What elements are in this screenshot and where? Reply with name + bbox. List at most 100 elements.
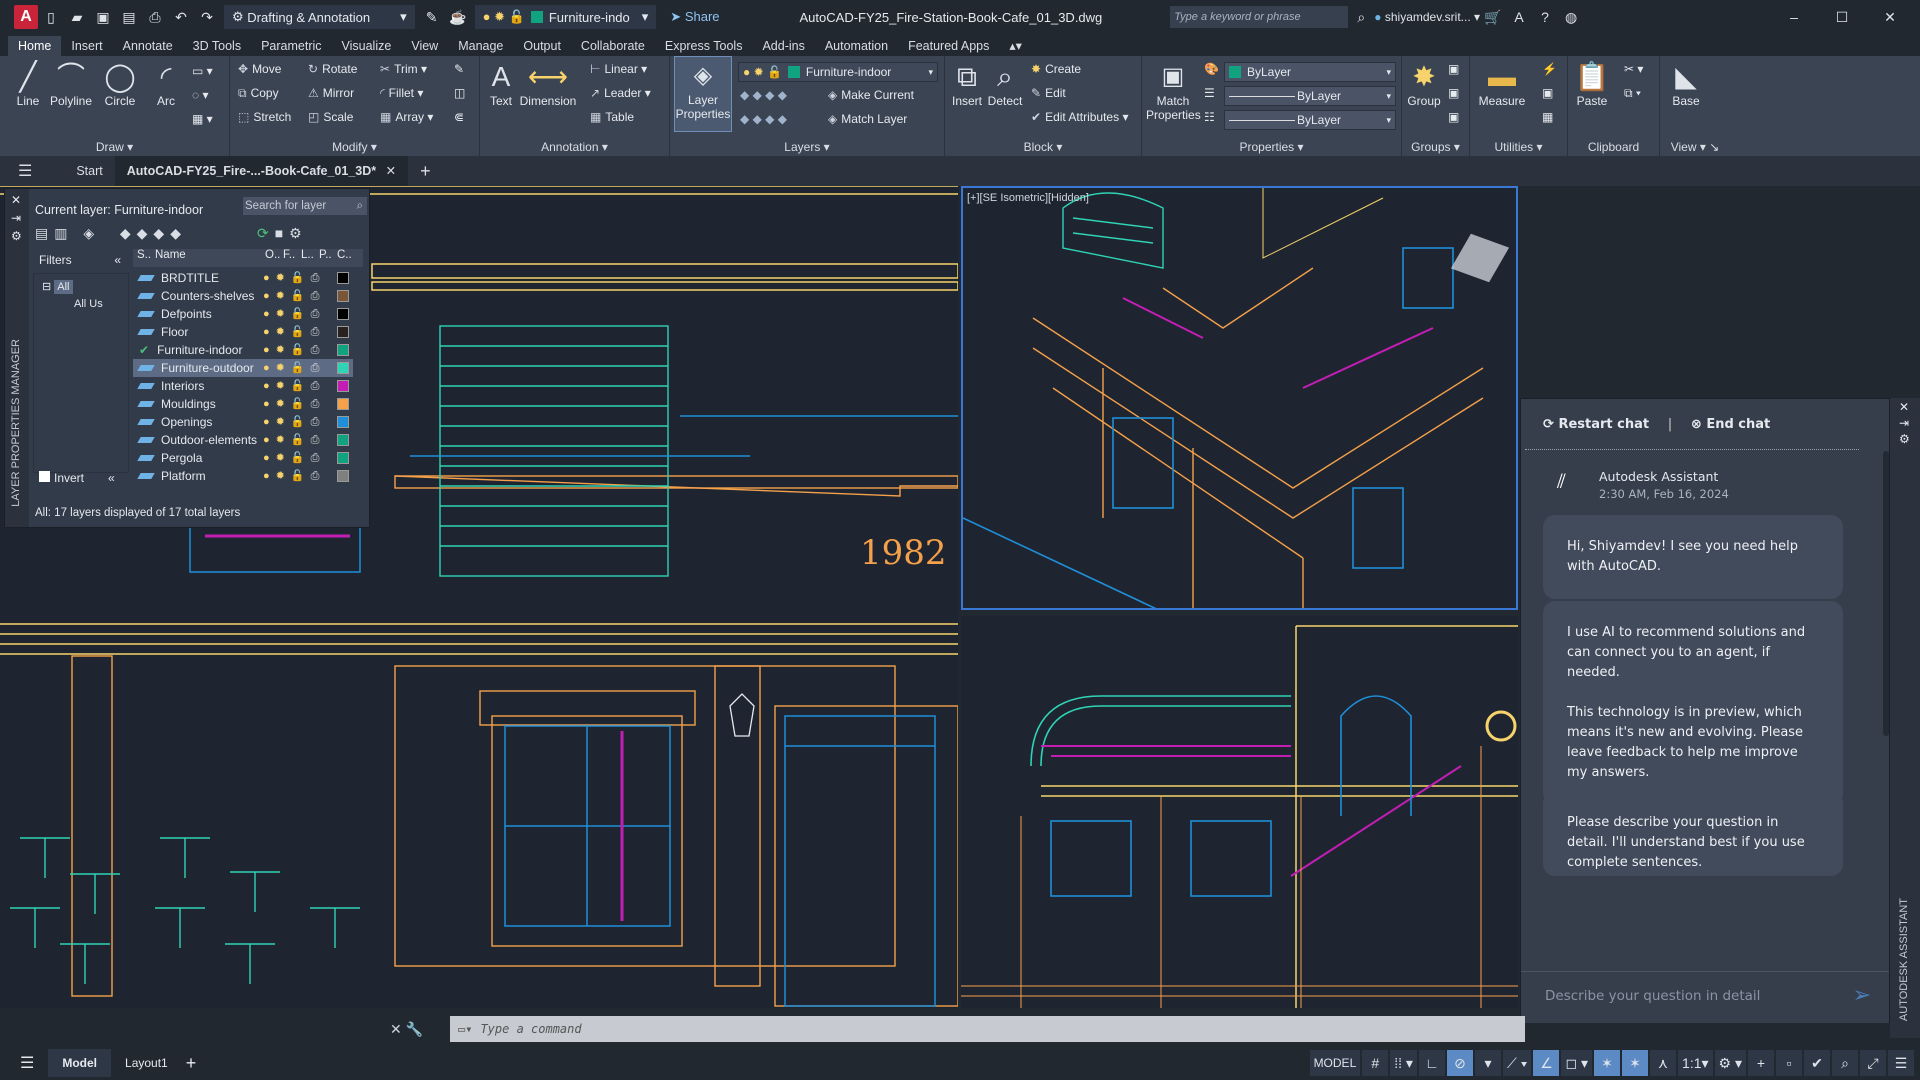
- color-dropdown[interactable]: ByLayer ▾: [1224, 62, 1396, 82]
- polyline-button[interactable]: ⌒ Polyline: [48, 60, 94, 108]
- object-snap-icon[interactable]: ◻ ▾: [1561, 1050, 1593, 1076]
- layer-row[interactable]: Defpoints ●✹🔓⎙: [133, 305, 353, 323]
- polar-icon[interactable]: ⊘: [1446, 1050, 1473, 1076]
- groups-panel-label[interactable]: Groups ▾: [1402, 140, 1469, 154]
- layer-row[interactable]: Outdoor-elements ●✹🔓⎙: [133, 431, 353, 449]
- layer-row[interactable]: Platform ●✹🔓⎙: [133, 467, 353, 485]
- group-edit-icon[interactable]: ▣: [1448, 86, 1459, 100]
- modify-panel-label[interactable]: Modify ▾: [230, 140, 479, 154]
- annotation-monitor-icon[interactable]: +: [1748, 1050, 1774, 1076]
- hatch-icon[interactable]: ▦ ▾: [192, 112, 213, 126]
- ungroup-icon[interactable]: ▣: [1448, 62, 1459, 76]
- col-status[interactable]: S..: [137, 249, 151, 261]
- layer-color-swatch[interactable]: [337, 362, 349, 374]
- layer-row[interactable]: BRDTITLE ●✹🔓⎙: [133, 269, 353, 287]
- invert-checkbox[interactable]: Invert «: [39, 471, 115, 485]
- match-layer-button[interactable]: ◈ Match Layer: [828, 112, 907, 126]
- layer-row[interactable]: Furniture-outdoor ●✹🔓⎙: [133, 359, 353, 377]
- tab-output[interactable]: Output: [513, 36, 571, 56]
- app-logo[interactable]: A: [14, 5, 38, 29]
- minimize-icon[interactable]: –: [1774, 9, 1814, 25]
- command-input[interactable]: ▭▾ Type a command: [450, 1016, 1525, 1042]
- autodesk-a-icon[interactable]: A: [1510, 9, 1528, 25]
- tab-add-ins[interactable]: Add-ins: [752, 36, 814, 56]
- layer-color-swatch[interactable]: [337, 380, 349, 392]
- undo-icon[interactable]: ↶: [172, 9, 190, 25]
- group-select-icon[interactable]: ▣: [1448, 110, 1459, 124]
- tab-home[interactable]: Home: [8, 36, 62, 56]
- end-chat-button[interactable]: ⊗ End chat: [1691, 417, 1770, 432]
- layer-row[interactable]: Mouldings ●✹🔓⎙: [133, 395, 353, 413]
- close-icon[interactable]: ✕: [1870, 9, 1910, 25]
- circle-button[interactable]: ◯ Circle: [100, 60, 140, 108]
- tab-manage[interactable]: Manage: [448, 36, 513, 56]
- assistant-settings-icon[interactable]: ⚙: [1899, 432, 1910, 446]
- viewport-isometric[interactable]: [+][SE Isometric][Hidden]: [961, 186, 1518, 610]
- tab-collaborate[interactable]: Collaborate: [571, 36, 655, 56]
- leader-button[interactable]: ↗ Leader ▾: [590, 86, 651, 100]
- assistant-icon[interactable]: ◍: [1562, 9, 1580, 25]
- tab-layout1[interactable]: Layout1: [111, 1049, 182, 1077]
- grid-icon[interactable]: #: [1362, 1050, 1389, 1076]
- arc-button[interactable]: ◜ Arc: [148, 60, 184, 108]
- layer-dropdown[interactable]: ● ✹ 🔓 Furniture-indoor ▾: [738, 62, 938, 82]
- properties-panel-label[interactable]: Properties ▾: [1142, 140, 1401, 154]
- scale-button[interactable]: ◰ Scale: [308, 110, 353, 124]
- annotation-scale-icon[interactable]: ⋏: [1650, 1050, 1677, 1076]
- layer-row[interactable]: Counters-shelves ●✹🔓⎙: [133, 287, 353, 305]
- group-button[interactable]: ✸ Group: [1404, 60, 1444, 108]
- calculator-icon[interactable]: ▦: [1542, 110, 1553, 124]
- menu-icon[interactable]: ☰: [6, 161, 44, 181]
- viewport-label[interactable]: [+][SE Isometric][Hidden]: [967, 192, 1089, 204]
- search-icon[interactable]: ⌕: [1352, 9, 1370, 25]
- layer-search-input[interactable]: Search for layer ⌕: [243, 197, 367, 215]
- tab-model[interactable]: Model: [48, 1049, 112, 1077]
- clipboard-panel-label[interactable]: Clipboard: [1568, 140, 1659, 154]
- line-button[interactable]: ╱ Line: [8, 60, 48, 108]
- ellipse-icon[interactable]: ◌ ▾: [192, 88, 209, 102]
- new-tab-button[interactable]: +: [408, 161, 443, 182]
- tab-visualize[interactable]: Visualize: [332, 36, 402, 56]
- layer-color-swatch[interactable]: [337, 344, 349, 356]
- text-button[interactable]: A Text: [486, 60, 516, 108]
- erase-icon[interactable]: ✎: [454, 62, 464, 76]
- customization-icon[interactable]: ☰: [1888, 1050, 1914, 1076]
- copy-button[interactable]: ⧉ Copy: [238, 86, 279, 101]
- command-line-controls[interactable]: ✕ 🔧: [390, 1016, 450, 1042]
- tab-3d-tools[interactable]: 3D Tools: [183, 36, 251, 56]
- measure-button[interactable]: ▬ Measure: [1474, 60, 1530, 108]
- restart-chat-button[interactable]: ⟳ Restart chat: [1543, 417, 1649, 432]
- layer-toolbar[interactable]: ▤▥ ◈ ◆◆◆◆ ⟳■⚙: [35, 225, 308, 242]
- layer-row[interactable]: Interiors ●✹🔓⎙: [133, 377, 353, 395]
- match-properties-button[interactable]: ▣ Match Properties: [1146, 60, 1201, 122]
- view-panel-label[interactable]: View ▾ ↘: [1660, 140, 1730, 154]
- fullscreen-icon[interactable]: ⤢: [1860, 1050, 1886, 1076]
- layer-tools-icons[interactable]: ◆ ◆ ◆ ◆: [740, 88, 787, 102]
- redo-icon[interactable]: ↷: [198, 9, 216, 25]
- filter-all-used[interactable]: All Us: [74, 298, 103, 310]
- layout-menu-icon[interactable]: ☰: [20, 1053, 34, 1073]
- match-icon[interactable]: ✎: [423, 9, 441, 25]
- col-lock[interactable]: L..: [301, 249, 314, 261]
- cut-icon[interactable]: ✂ ▾: [1624, 62, 1643, 76]
- isodraft-icon[interactable]: ⟋ ▾: [1502, 1050, 1532, 1076]
- rectangle-icon[interactable]: ▭ ▾: [192, 64, 213, 78]
- layer-color-swatch[interactable]: [337, 272, 349, 284]
- create-block-button[interactable]: ✸ Create: [1031, 62, 1081, 76]
- layers-panel-label[interactable]: Layers ▾: [670, 140, 944, 154]
- dimension-button[interactable]: ⟷ Dimension: [518, 60, 578, 108]
- stretch-button[interactable]: ⬚ Stretch: [238, 110, 291, 124]
- tab-active-drawing[interactable]: AutoCAD-FY25_Fire-...-Book-Cafe_01_3D* ✕: [114, 156, 409, 186]
- ribbon-toggle-icon[interactable]: ▴▾: [999, 35, 1032, 56]
- properties-icon[interactable]: ⚙: [11, 229, 22, 243]
- cart-icon[interactable]: 🛒: [1484, 9, 1502, 25]
- select-all-icon[interactable]: ▣: [1542, 86, 1553, 100]
- col-color[interactable]: C..: [337, 249, 352, 261]
- workspace-dropdown[interactable]: ⚙ Drafting & Annotation ▾: [224, 5, 415, 29]
- chat-input[interactable]: Describe your question in detail ➢: [1521, 971, 1889, 1023]
- edit-block-button[interactable]: ✎ Edit: [1031, 86, 1066, 100]
- chat-scrollbar[interactable]: [1883, 451, 1889, 736]
- layer-color-swatch[interactable]: [337, 290, 349, 302]
- layer-quick-dropdown[interactable]: ● ✹ 🔓 Furniture-indo ▾: [474, 5, 657, 29]
- quick-properties-icon[interactable]: ✔: [1804, 1050, 1830, 1076]
